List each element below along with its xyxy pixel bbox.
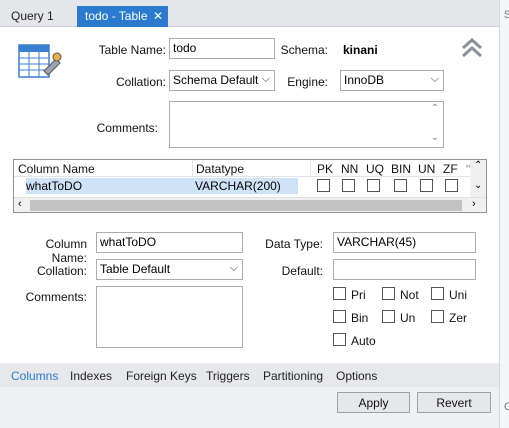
columns-grid[interactable]: Column Name Datatype PK NN UQ BIN UN ZF … [13, 159, 487, 213]
row-bin-checkbox[interactable] [394, 179, 407, 192]
scrollbar-thumb[interactable] [30, 200, 462, 211]
grid-header-zf: ZF [443, 162, 458, 176]
unsigned-label: Un [400, 311, 416, 325]
chevron-down-icon[interactable]: ⌄ [474, 180, 482, 191]
chevron-down-icon: ⌵ [430, 73, 439, 85]
column-name-input[interactable]: whatToDO [96, 232, 243, 253]
table-edit-icon [18, 44, 62, 78]
row-pk-checkbox[interactable] [317, 179, 330, 192]
close-icon[interactable]: ✕ [153, 9, 163, 23]
column-collation-select[interactable]: Table Default ⌵ [96, 259, 243, 280]
tab-foreign-keys[interactable]: Foreign Keys [126, 369, 197, 383]
double-chevron-up-icon[interactable] [461, 38, 483, 58]
default-input[interactable] [333, 259, 476, 280]
tab-query-1[interactable]: Query 1 [3, 6, 75, 27]
grid-header-uq: UQ [366, 162, 384, 176]
grid-header-bin: BIN [391, 162, 412, 176]
collation-value: Schema Default [173, 73, 259, 87]
revert-button[interactable]: Revert [417, 392, 491, 413]
row-datatype: VARCHAR(200) [195, 179, 281, 193]
side-panel-label-bottom: C [504, 401, 509, 413]
pri-checkbox[interactable] [333, 287, 346, 300]
grid-header-nn: NN [341, 162, 359, 176]
collation-select[interactable]: Schema Default ⌵ [169, 70, 275, 91]
table-name-input[interactable]: todo [169, 38, 275, 59]
tab-indexes[interactable]: Indexes [70, 369, 112, 383]
grid-header-column-name: Column Name [18, 162, 95, 176]
data-type-input[interactable]: VARCHAR(45) [333, 232, 476, 253]
scroll-down-icon: ⌄ [430, 132, 439, 143]
row-uq-checkbox[interactable] [367, 179, 380, 192]
engine-value: InnoDB [344, 73, 385, 87]
chevron-left-icon[interactable]: ‹ [18, 198, 22, 210]
chevron-right-icon[interactable]: › [472, 198, 476, 210]
row-un-checkbox[interactable] [420, 179, 433, 192]
grid-header-un: UN [418, 162, 436, 176]
tab-partitioning[interactable]: Partitioning [263, 369, 323, 383]
chevron-down-icon: ⌵ [261, 73, 270, 85]
grid-header-line [14, 176, 486, 177]
default-label: Default: [281, 264, 323, 278]
pri-label: Pri [351, 288, 366, 302]
tab-columns[interactable]: Columns [11, 369, 58, 383]
engine-select[interactable]: InnoDB ⌵ [340, 70, 444, 91]
column-comments-label: Comments: [25, 290, 87, 304]
table-name-label: Table Name: [98, 43, 166, 57]
binary-checkbox[interactable] [333, 310, 346, 323]
row-nn-checkbox[interactable] [342, 179, 355, 192]
side-panel-label: S [504, 9, 509, 21]
auto-increment-label: Auto [351, 334, 376, 348]
column-collation-value: Table Default [100, 262, 171, 276]
schema-label: Schema: [280, 43, 328, 57]
unique-checkbox[interactable] [431, 287, 444, 300]
row-column-name: whatToDO [26, 179, 83, 193]
schema-value: kinani [343, 43, 378, 57]
collation-label: Collation: [115, 75, 166, 89]
chevron-down-icon: ⌵ [229, 262, 238, 274]
row-zf-checkbox[interactable] [445, 179, 458, 192]
zerofill-label: Zer [449, 311, 467, 325]
tab-label: todo - Table [85, 9, 148, 23]
tab-options[interactable]: Options [336, 369, 377, 383]
grid-vertical-scrollbar[interactable]: ⌃ ⌄ [470, 160, 486, 197]
auto-increment-checkbox[interactable] [333, 333, 346, 346]
column-comments-input[interactable] [96, 286, 243, 348]
grid-header-datatype: Datatype [196, 162, 245, 176]
unique-label: Uni [449, 288, 468, 302]
tab-triggers[interactable]: Triggers [206, 369, 250, 383]
side-panel-edge [499, 0, 509, 428]
tab-todo-table[interactable]: todo - Table ✕ [77, 6, 168, 27]
unsigned-checkbox[interactable] [382, 310, 395, 323]
not-null-label: Not [400, 288, 419, 302]
grid-header-divider [310, 160, 311, 176]
chevron-up-icon[interactable]: ⌃ [474, 160, 482, 171]
grid-horizontal-scrollbar[interactable]: ‹ › [14, 197, 486, 212]
column-collation-label: Collation: [36, 264, 87, 278]
grid-header-divider [192, 160, 193, 176]
table-comments-input[interactable]: ⌃ ⌄ [169, 101, 444, 148]
engine-label: Engine: [287, 75, 328, 89]
binary-label: Bin [351, 311, 369, 325]
scroll-up-icon: ⌃ [430, 103, 439, 114]
apply-button[interactable]: Apply [337, 392, 410, 413]
grid-header-pk: PK [317, 162, 334, 176]
data-type-label: Data Type: [265, 237, 323, 251]
zerofill-checkbox[interactable] [431, 310, 444, 323]
table-comments-label: Comments: [96, 121, 158, 135]
column-name-label: Column Name: [45, 237, 87, 265]
not-null-checkbox[interactable] [382, 287, 395, 300]
